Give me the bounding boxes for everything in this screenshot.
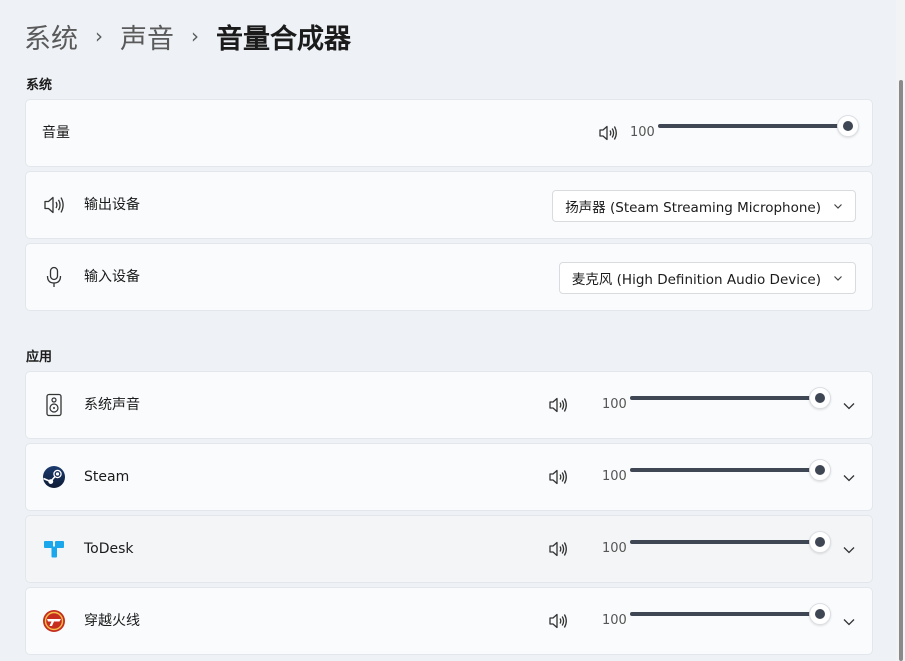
- app-volume-card: 系统声音 100: [25, 371, 873, 439]
- output-device-label: 输出设备: [84, 197, 140, 213]
- chevron-down-icon: [834, 276, 842, 281]
- breadcrumb-sound[interactable]: 声音: [120, 17, 174, 56]
- input-device-label: 输入设备: [84, 269, 140, 285]
- input-device-card: 输入设备 麦克风 (High Definition Audio Device): [25, 243, 873, 311]
- breadcrumb-separator: ›: [191, 24, 199, 48]
- app-volume-slider[interactable]: [630, 387, 831, 422]
- chevron-down-icon[interactable]: [842, 543, 856, 557]
- slider-thumb[interactable]: [809, 459, 831, 481]
- steam-icon: [43, 466, 65, 488]
- app-volume-card: Steam 100: [25, 443, 873, 511]
- app-name: 穿越火线: [84, 613, 140, 629]
- speaker-icon: [44, 196, 64, 214]
- scrollbar-thumb[interactable]: [899, 80, 903, 661]
- master-volume-card: 音量 100: [25, 99, 873, 167]
- app-volume-card: 穿越火线 100: [25, 587, 873, 655]
- output-device-selected: 扬声器 (Steam Streaming Microphone): [565, 200, 821, 216]
- system-sounds-icon: [46, 393, 62, 417]
- master-volume-label: 音量: [42, 125, 70, 141]
- section-label-apps: 应用: [26, 350, 53, 365]
- app-name: 系统声音: [84, 397, 140, 413]
- output-device-dropdown[interactable]: 扬声器 (Steam Streaming Microphone): [552, 190, 856, 222]
- scrollbar[interactable]: [896, 0, 905, 661]
- app-volume-card: ToDesk 100: [25, 515, 873, 583]
- app-volume-value: 100: [602, 397, 627, 412]
- app-name: Steam: [84, 469, 130, 485]
- page-title: 音量合成器: [216, 23, 351, 55]
- input-device-selected: 麦克风 (High Definition Audio Device): [571, 272, 821, 288]
- master-volume-slider[interactable]: [658, 115, 859, 150]
- app-volume-slider[interactable]: [630, 459, 831, 494]
- slider-thumb[interactable]: [809, 531, 831, 553]
- master-volume-value: 100: [630, 125, 655, 140]
- chevron-down-icon[interactable]: [842, 399, 856, 413]
- app-volume-slider[interactable]: [630, 531, 831, 566]
- app-volume-value: 100: [602, 469, 627, 484]
- speaker-icon[interactable]: [548, 540, 568, 558]
- breadcrumb-system[interactable]: 系统: [24, 17, 78, 56]
- todesk-icon: [44, 541, 64, 558]
- slider-fill: [630, 468, 820, 472]
- speaker-icon[interactable]: [548, 396, 568, 414]
- output-device-card: 输出设备 扬声器 (Steam Streaming Microphone): [25, 171, 873, 239]
- slider-thumb[interactable]: [837, 115, 859, 137]
- app-name: ToDesk: [84, 541, 134, 557]
- breadcrumb-separator: ›: [95, 24, 103, 48]
- app-volume-value: 100: [602, 613, 627, 628]
- crossfire-icon: [43, 610, 65, 632]
- microphone-icon: [46, 266, 62, 287]
- input-device-dropdown[interactable]: 麦克风 (High Definition Audio Device): [558, 262, 856, 294]
- slider-fill: [630, 540, 820, 544]
- slider-fill: [630, 396, 820, 400]
- speaker-icon[interactable]: [548, 468, 568, 486]
- app-volume-value: 100: [602, 541, 627, 556]
- chevron-down-icon[interactable]: [842, 615, 856, 629]
- slider-thumb[interactable]: [809, 387, 831, 409]
- chevron-down-icon: [834, 204, 842, 209]
- speaker-icon[interactable]: [598, 124, 618, 142]
- chevron-down-icon[interactable]: [842, 471, 856, 485]
- section-label-system: 系统: [26, 78, 53, 93]
- slider-fill: [658, 124, 848, 128]
- slider-thumb[interactable]: [809, 603, 831, 625]
- breadcrumb: 系统 › 声音 › 音量合成器: [24, 14, 351, 58]
- speaker-icon[interactable]: [548, 612, 568, 630]
- app-volume-slider[interactable]: [630, 603, 831, 638]
- slider-fill: [630, 612, 820, 616]
